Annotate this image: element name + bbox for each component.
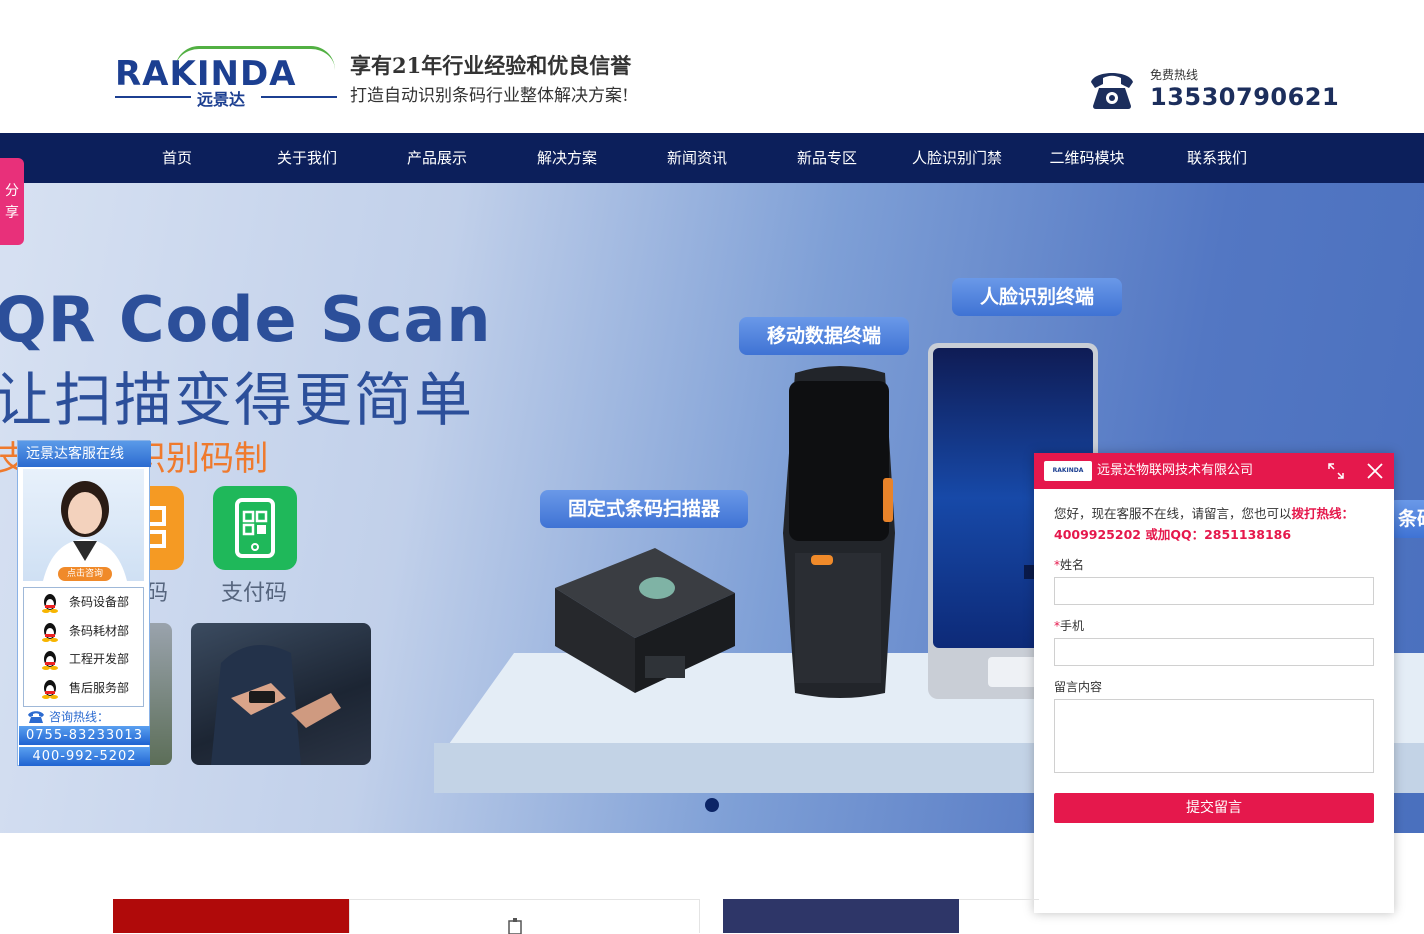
content-label: 留言内容 <box>1054 680 1103 694</box>
contact-numbers: 4009925202 或加QQ：2851138186 <box>1054 527 1292 542</box>
qq-icon <box>42 651 58 670</box>
section-card-red[interactable] <box>113 899 349 933</box>
share-tab[interactable]: 分享 <box>0 158 24 245</box>
qq-icon <box>42 594 58 613</box>
main-nav: 首页 关于我们 产品展示 解决方案 新闻资讯 新品专区 人脸识别门禁 二维码模块… <box>0 133 1424 183</box>
kefu-hotline-label: 咨询热线： <box>23 709 144 725</box>
nav-item-news[interactable]: 新闻资讯 <box>652 133 742 183</box>
nav-item-products[interactable]: 产品展示 <box>392 133 482 183</box>
hotline-number[interactable]: 13530790621 <box>1150 83 1339 111</box>
scene-photo-left <box>150 623 172 765</box>
banner-subheadline: 让扫描变得更简单 <box>0 366 475 434</box>
nav-item-contact[interactable]: 联系我们 <box>1172 133 1262 183</box>
kefu-tel-1[interactable]: 0755-83233013 <box>19 726 150 745</box>
nav-item-home[interactable]: 首页 <box>142 133 212 183</box>
name-label: *姓名 <box>1054 558 1085 572</box>
dept-label: 条码设备部 <box>69 595 130 609</box>
chat-header: RAKINDA 远景达物联网技术有限公司 <box>1034 453 1394 489</box>
logo-subtitle: 远景达 <box>197 90 246 109</box>
name-input[interactable] <box>1054 577 1374 605</box>
logo-line-right <box>261 96 337 98</box>
dept-after-sales[interactable]: 售后服务部 <box>24 674 145 702</box>
scanner-thumb-icon <box>508 918 522 934</box>
dept-label: 条码耗材部 <box>69 624 130 638</box>
dept-barcode-supplies[interactable]: 条码耗材部 <box>24 617 145 645</box>
kefu-tel-2[interactable]: 400-992-5202 <box>19 747 150 766</box>
banner-headline: QR Code Scan <box>0 283 492 356</box>
nav-item-solutions[interactable]: 解决方案 <box>522 133 612 183</box>
dept-label: 工程开发部 <box>69 652 130 666</box>
kefu-department-list: 条码设备部 条码耗材部 工程开发部 售后服务部 <box>23 587 144 707</box>
qq-icon <box>42 680 58 699</box>
close-icon[interactable] <box>1366 462 1384 480</box>
consult-badge[interactable]: 点击咨询 <box>58 567 112 581</box>
dept-barcode-device[interactable]: 条码设备部 <box>24 588 145 616</box>
pay-code-label-2: 支付码 <box>221 581 288 606</box>
carousel-dot[interactable] <box>705 798 719 812</box>
customer-service-float: 远景达客服在线 点击咨询 条码设备部 条码耗材部 工程开发部 售后服务部 咨询热… <box>17 440 151 766</box>
slogan-main: 享有21年行业经验和优良信誉 <box>350 53 632 78</box>
payment-code-icon <box>213 486 297 570</box>
nav-item-qr-module[interactable]: 二维码模块 <box>1032 133 1142 183</box>
rakinda-logo[interactable]: RAKINDA 远景达 <box>115 46 337 109</box>
site-header: RAKINDA 远景达 享有21年行业经验和优良信誉 打造自动识别条码行业整体解… <box>0 0 1424 133</box>
section-card-navy[interactable] <box>723 899 959 933</box>
message-textarea[interactable] <box>1054 699 1374 773</box>
chat-company-name: 远景达物联网技术有限公司 <box>1097 463 1254 478</box>
tag-fixed-scanner: 固定式条码扫描器 <box>540 490 749 528</box>
nav-item-about[interactable]: 关于我们 <box>262 133 352 183</box>
tag-mobile-terminal: 移动数据终端 <box>739 317 910 355</box>
leave-message-panel: RAKINDA 远景达物联网技术有限公司 您好，现在客服不在线，请留言，您也可以… <box>1034 453 1394 913</box>
section-card-white[interactable] <box>349 899 700 934</box>
kefu-avatar[interactable]: 点击咨询 <box>23 469 144 581</box>
logo-line-left <box>115 96 191 98</box>
kefu-title: 远景达客服在线 <box>18 441 151 467</box>
telephone-icon <box>1091 73 1133 109</box>
expand-icon[interactable] <box>1328 463 1344 479</box>
telephone-icon <box>28 711 44 723</box>
qq-icon <box>42 623 58 642</box>
mobile-data-terminal <box>783 366 895 698</box>
submit-message-button[interactable]: 提交留言 <box>1054 793 1374 823</box>
slogan-sub: 打造自动识别条码行业整体解决方案! <box>350 86 629 106</box>
hotline-label: 免费热线 <box>1150 68 1199 82</box>
phone-input[interactable] <box>1054 638 1374 666</box>
nav-item-new-products[interactable]: 新品专区 <box>782 133 872 183</box>
dept-label: 售后服务部 <box>69 681 130 695</box>
scanner-in-hand-photo <box>191 623 371 765</box>
chat-logo: RAKINDA <box>1044 461 1092 481</box>
offline-message: 您好，现在客服不在线，请留言，您也可以拨打热线： 4009925202 或加QQ… <box>1054 506 1355 542</box>
nav-item-face-access[interactable]: 人脸识别门禁 <box>897 133 1017 183</box>
fixed-scanner-device <box>555 548 735 693</box>
section-card-white-2[interactable] <box>959 899 1039 933</box>
phone-label: *手机 <box>1054 619 1085 633</box>
tag-face-terminal: 人脸识别终端 <box>952 278 1123 316</box>
dept-engineering[interactable]: 工程开发部 <box>24 645 145 673</box>
